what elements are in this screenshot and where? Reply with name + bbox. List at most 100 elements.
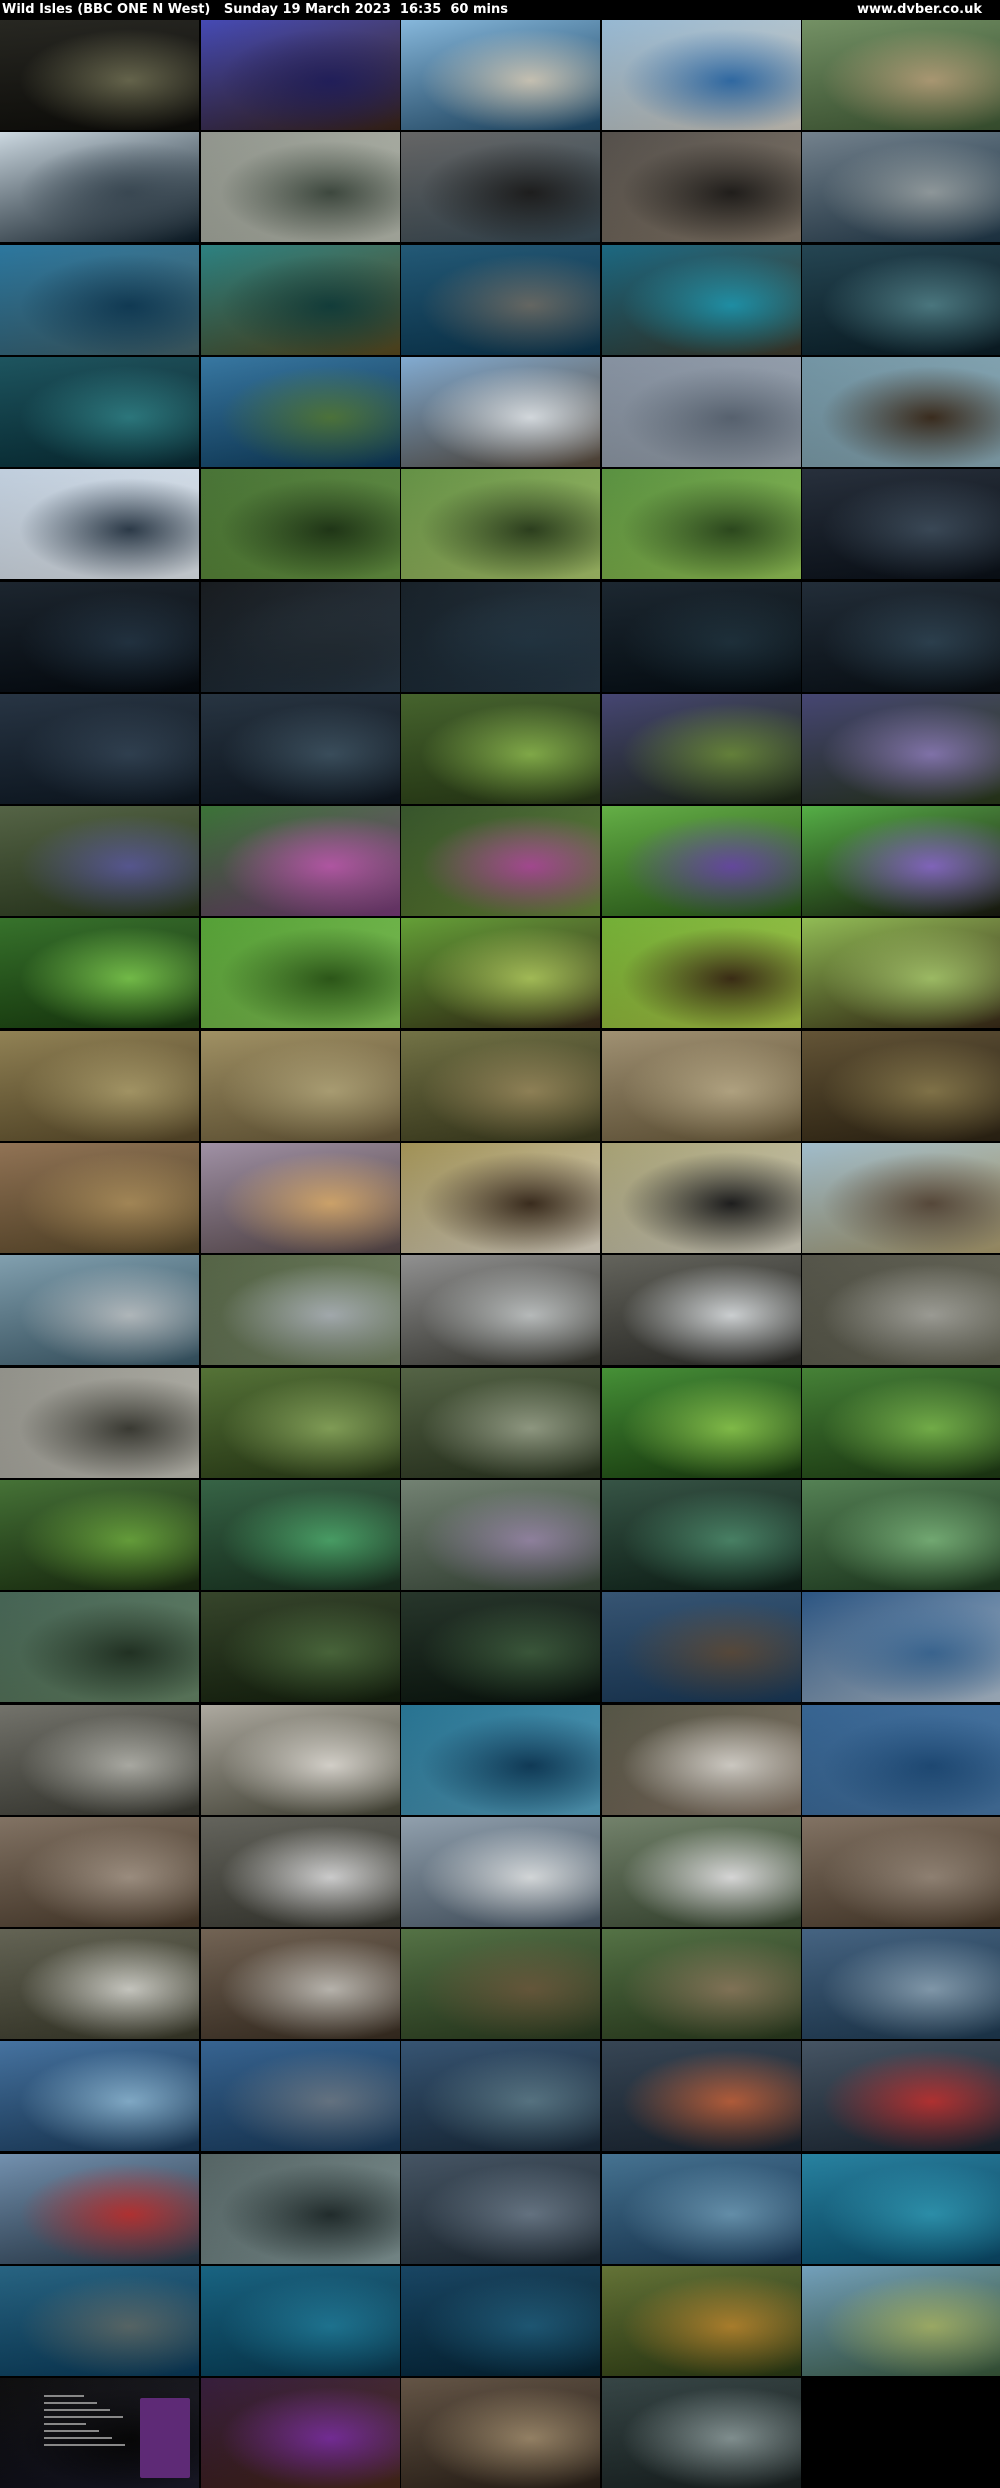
thumbnail-36[interactable] xyxy=(0,806,199,916)
thumbnail-99[interactable] xyxy=(602,2154,801,2264)
thumbnail-74[interactable] xyxy=(602,1592,801,1702)
thumbnail-26[interactable] xyxy=(0,582,199,692)
thumbnail-107[interactable] xyxy=(201,2378,400,2488)
thumbnail-103[interactable] xyxy=(401,2266,600,2376)
thumbnail-93[interactable] xyxy=(401,2041,600,2151)
thumbnail-97[interactable] xyxy=(201,2154,400,2264)
thumbnail-30[interactable] xyxy=(802,582,1000,692)
thumbnail-108[interactable] xyxy=(401,2378,600,2488)
thumbnail-101[interactable] xyxy=(0,2266,199,2376)
thumbnail-98[interactable] xyxy=(401,2154,600,2264)
thumbnail-79[interactable] xyxy=(602,1705,801,1815)
thumbnail-10[interactable] xyxy=(802,132,1000,242)
thumbnail-19[interactable] xyxy=(602,357,801,467)
thumbnail-59[interactable] xyxy=(602,1255,801,1365)
thumbnail-51[interactable] xyxy=(0,1143,199,1253)
thumbnail-3[interactable] xyxy=(401,20,600,130)
thumbnail-23[interactable] xyxy=(401,469,600,579)
thumbnail-91[interactable] xyxy=(0,2041,199,2151)
thumbnail-48[interactable] xyxy=(401,1031,600,1141)
thumbnail-85[interactable] xyxy=(802,1817,1000,1927)
thumbnail-69[interactable] xyxy=(602,1480,801,1590)
thumbnail-68[interactable] xyxy=(401,1480,600,1590)
thumbnail-40[interactable] xyxy=(802,806,1000,916)
thumbnail-82[interactable] xyxy=(201,1817,400,1927)
thumbnail-46[interactable] xyxy=(0,1031,199,1141)
thumbnail-27[interactable] xyxy=(201,582,400,692)
thumbnail-78[interactable] xyxy=(401,1705,600,1815)
thumbnail-55[interactable] xyxy=(802,1143,1000,1253)
thumbnail-41[interactable] xyxy=(0,918,199,1028)
thumbnail-106[interactable] xyxy=(0,2378,199,2488)
thumbnail-105[interactable] xyxy=(802,2266,1000,2376)
thumbnail-12[interactable] xyxy=(201,245,400,355)
thumbnail-90[interactable] xyxy=(802,1929,1000,2039)
thumbnail-9[interactable] xyxy=(602,132,801,242)
thumbnail-53[interactable] xyxy=(401,1143,600,1253)
thumbnail-63[interactable] xyxy=(401,1368,600,1478)
thumbnail-25[interactable] xyxy=(802,469,1000,579)
thumbnail-4[interactable] xyxy=(602,20,801,130)
thumbnail-57[interactable] xyxy=(201,1255,400,1365)
thumbnail-94[interactable] xyxy=(602,2041,801,2151)
thumbnail-77[interactable] xyxy=(201,1705,400,1815)
thumbnail-16[interactable] xyxy=(0,357,199,467)
thumbnail-72[interactable] xyxy=(201,1592,400,1702)
thumbnail-7[interactable] xyxy=(201,132,400,242)
thumbnail-102[interactable] xyxy=(201,2266,400,2376)
thumbnail-14[interactable] xyxy=(602,245,801,355)
thumbnail-50[interactable] xyxy=(802,1031,1000,1141)
thumbnail-96[interactable] xyxy=(0,2154,199,2264)
thumbnail-44[interactable] xyxy=(602,918,801,1028)
thumbnail-56[interactable] xyxy=(0,1255,199,1365)
thumbnail-33[interactable] xyxy=(401,694,600,804)
thumbnail-92[interactable] xyxy=(201,2041,400,2151)
thumbnail-52[interactable] xyxy=(201,1143,400,1253)
thumbnail-71[interactable] xyxy=(0,1592,199,1702)
thumbnail-43[interactable] xyxy=(401,918,600,1028)
thumbnail-35[interactable] xyxy=(802,694,1000,804)
thumbnail-42[interactable] xyxy=(201,918,400,1028)
thumbnail-75[interactable] xyxy=(802,1592,1000,1702)
thumbnail-34[interactable] xyxy=(602,694,801,804)
thumbnail-86[interactable] xyxy=(0,1929,199,2039)
thumbnail-47[interactable] xyxy=(201,1031,400,1141)
thumbnail-11[interactable] xyxy=(0,245,199,355)
thumbnail-1[interactable] xyxy=(0,20,199,130)
thumbnail-5[interactable] xyxy=(802,20,1000,130)
thumbnail-62[interactable] xyxy=(201,1368,400,1478)
thumbnail-70[interactable] xyxy=(802,1480,1000,1590)
thumbnail-73[interactable] xyxy=(401,1592,600,1702)
thumbnail-81[interactable] xyxy=(0,1817,199,1927)
thumbnail-31[interactable] xyxy=(0,694,199,804)
thumbnail-15[interactable] xyxy=(802,245,1000,355)
thumbnail-8[interactable] xyxy=(401,132,600,242)
thumbnail-76[interactable] xyxy=(0,1705,199,1815)
thumbnail-84[interactable] xyxy=(602,1817,801,1927)
site-link[interactable]: www.dvber.co.uk xyxy=(857,0,982,19)
thumbnail-28[interactable] xyxy=(401,582,600,692)
thumbnail-89[interactable] xyxy=(602,1929,801,2039)
thumbnail-32[interactable] xyxy=(201,694,400,804)
thumbnail-54[interactable] xyxy=(602,1143,801,1253)
thumbnail-66[interactable] xyxy=(0,1480,199,1590)
thumbnail-100[interactable] xyxy=(802,2154,1000,2264)
thumbnail-95[interactable] xyxy=(802,2041,1000,2151)
thumbnail-88[interactable] xyxy=(401,1929,600,2039)
thumbnail-39[interactable] xyxy=(602,806,801,916)
thumbnail-21[interactable] xyxy=(0,469,199,579)
thumbnail-83[interactable] xyxy=(401,1817,600,1927)
thumbnail-60[interactable] xyxy=(802,1255,1000,1365)
thumbnail-80[interactable] xyxy=(802,1705,1000,1815)
thumbnail-17[interactable] xyxy=(201,357,400,467)
thumbnail-20[interactable] xyxy=(802,357,1000,467)
thumbnail-37[interactable] xyxy=(201,806,400,916)
thumbnail-61[interactable] xyxy=(0,1368,199,1478)
thumbnail-64[interactable] xyxy=(602,1368,801,1478)
thumbnail-65[interactable] xyxy=(802,1368,1000,1478)
thumbnail-58[interactable] xyxy=(401,1255,600,1365)
thumbnail-87[interactable] xyxy=(201,1929,400,2039)
thumbnail-49[interactable] xyxy=(602,1031,801,1141)
thumbnail-6[interactable] xyxy=(0,132,199,242)
thumbnail-109[interactable] xyxy=(602,2378,801,2488)
